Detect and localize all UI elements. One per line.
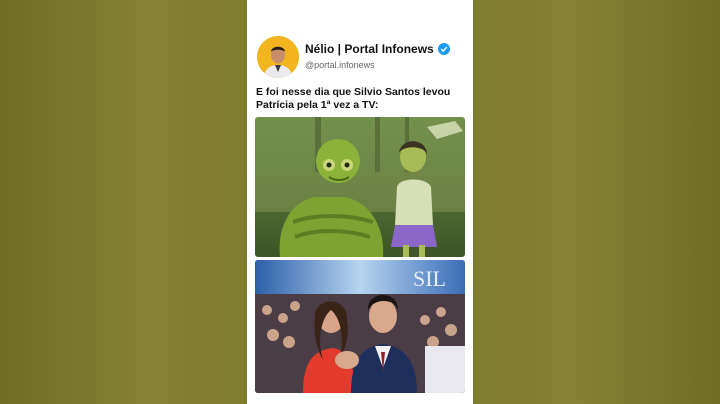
author-handle[interactable]: @portal.infonews	[305, 60, 375, 70]
post-header: Nélio | Portal Infonews @portal.infonews	[257, 36, 467, 80]
avatar-portrait-icon	[257, 36, 299, 78]
post-card: Nélio | Portal Infonews @portal.infonews…	[247, 0, 473, 404]
left-background-panel	[0, 0, 247, 404]
tv-studio-scene: SIL	[255, 260, 465, 393]
author-row: Nélio | Portal Infonews	[305, 42, 450, 56]
author-name[interactable]: Nélio | Portal Infonews	[305, 42, 434, 56]
studio-sign-text: SIL	[413, 266, 446, 291]
post-image-vintage-tv[interactable]	[255, 117, 465, 257]
verified-badge-icon	[437, 43, 450, 55]
post-caption: E foi nesse dia que Silvio Santos levou …	[256, 86, 451, 111]
right-background-panel	[473, 0, 720, 404]
post-image-tv-studio[interactable]: SIL	[255, 260, 465, 393]
avatar[interactable]	[257, 36, 299, 78]
vintage-tv-scene	[255, 117, 465, 257]
